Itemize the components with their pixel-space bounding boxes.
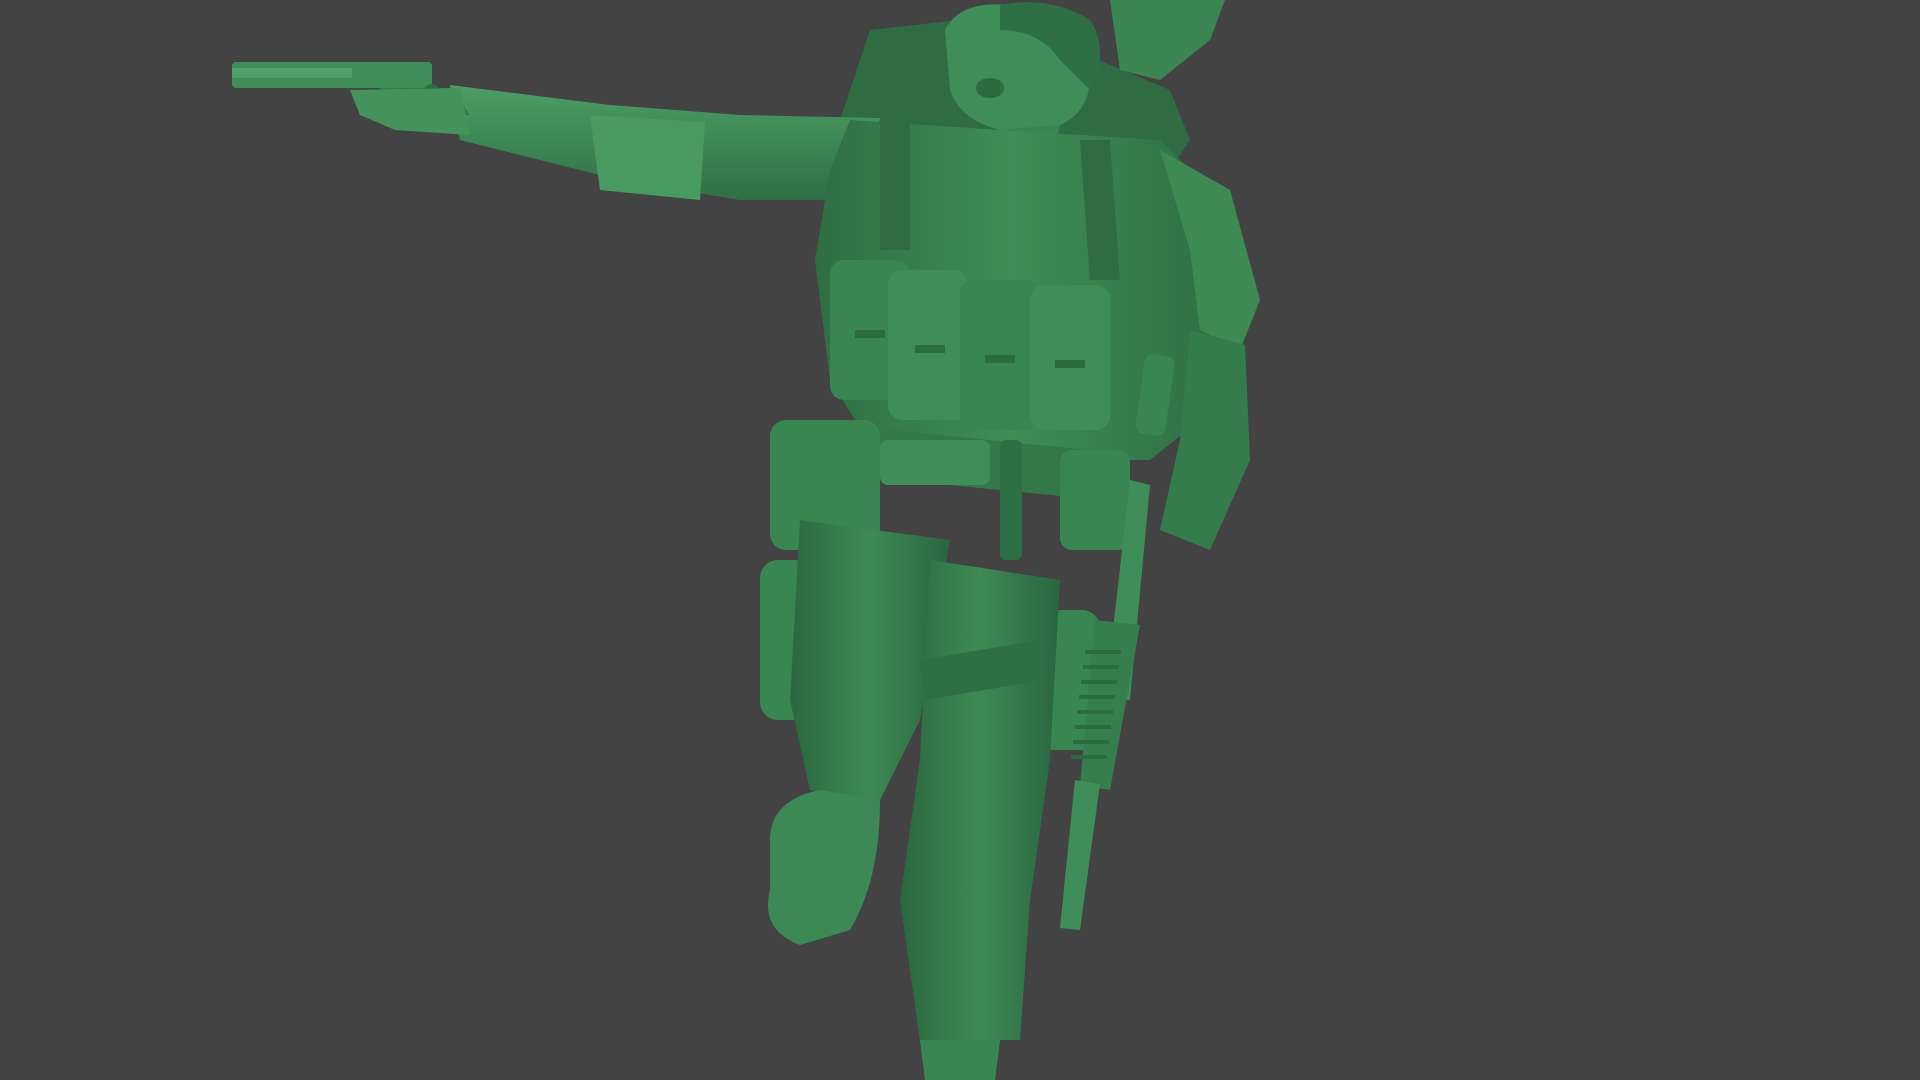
- render-viewport: [0, 0, 1920, 1080]
- legs: [790, 520, 1060, 1040]
- soldier-figure: [232, 0, 1260, 1080]
- extended-arm: [450, 85, 880, 200]
- hand: [350, 88, 470, 135]
